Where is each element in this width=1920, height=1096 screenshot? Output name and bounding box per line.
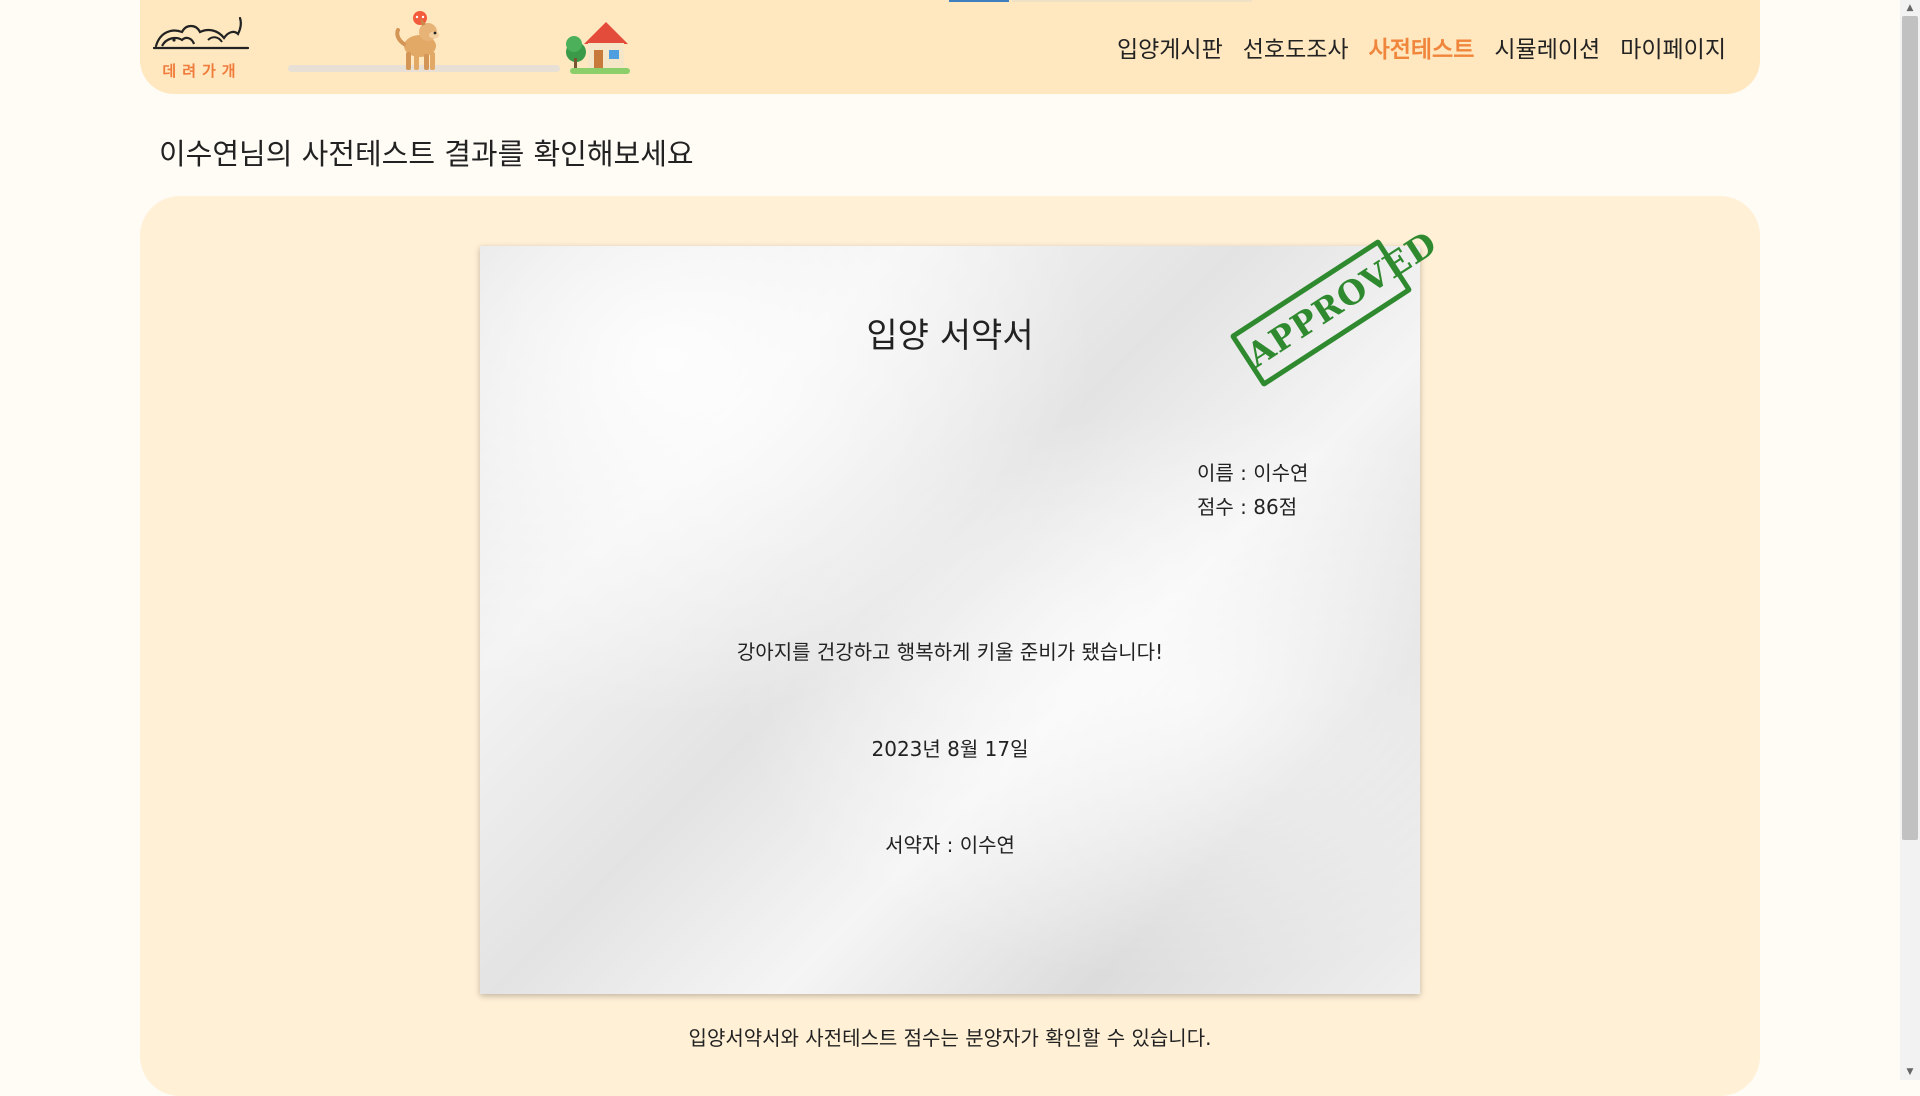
pledge-date: 2023년 8월 17일 [871, 737, 1029, 761]
scroll-up-arrow-icon[interactable]: ▲ [1900, 0, 1920, 16]
logo-text: 데려가개 [162, 62, 242, 80]
sleeping-dog-icon [152, 16, 250, 50]
nav-my-page[interactable]: 마이페이지 [1620, 30, 1726, 64]
scroll-thumb[interactable] [1902, 16, 1918, 840]
nav-pre-test[interactable]: 사전테스트 [1369, 30, 1475, 64]
nav-adoption-board[interactable]: 입양게시판 [1117, 30, 1223, 64]
top-tab-indicator [949, 0, 1009, 2]
applicant-info: 이름 : 이수연 점수 : 86점 [1197, 456, 1308, 524]
signer-line: 서약자 : 이수연 [885, 833, 1015, 857]
walking-dog-icon [395, 11, 439, 70]
nav-simulation[interactable]: 시뮬레이션 [1494, 30, 1600, 64]
main-nav: 입양게시판 선호도조사 사전테스트 시뮬레이션 마이페이지 [1117, 30, 1726, 64]
scroll-down-arrow-icon[interactable]: ▼ [1900, 1064, 1920, 1080]
footnote: 입양서약서와 사전테스트 점수는 분양자가 확인할 수 있습니다. [688, 1026, 1212, 1050]
applicant-name: 이름 : 이수연 [1197, 461, 1309, 485]
vertical-scrollbar[interactable]: ▲ ▼ [1900, 0, 1920, 1080]
result-message: 강아지를 건강하고 행복하게 키울 준비가 됐습니다! [736, 640, 1164, 664]
logo[interactable]: 데려가개 [152, 10, 252, 84]
page-title: 이수연님의 사전테스트 결과를 확인해보세요 [159, 137, 694, 171]
nav-preference-survey[interactable]: 선호도조사 [1243, 30, 1349, 64]
top-tab-track [1012, 0, 1252, 2]
house-icon [566, 22, 630, 74]
result-card: 입양 서약서 APPROVED 이름 : 이수연 점수 : 86점 강아지를 건… [140, 196, 1760, 1096]
header: 데려가개 입양게시판 선호도조사 사전테스트 시뮬레이션 마이페이지 [140, 0, 1760, 94]
applicant-score: 점수 : 86점 [1197, 495, 1298, 519]
adoption-pledge-document: 입양 서약서 APPROVED 이름 : 이수연 점수 : 86점 강아지를 건… [480, 223, 1444, 994]
